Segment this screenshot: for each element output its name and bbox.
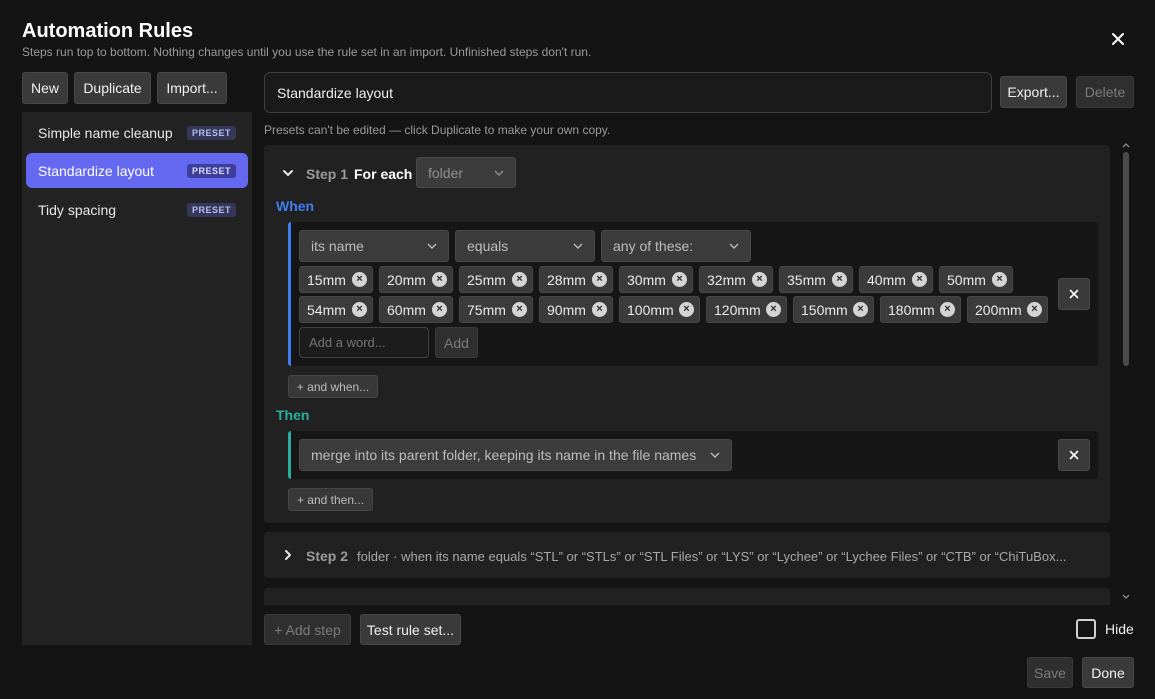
new-button[interactable]: New xyxy=(22,72,68,104)
hide-checkbox[interactable] xyxy=(1076,619,1096,639)
remove-chip-icon[interactable]: × xyxy=(912,272,927,287)
remove-chip-icon[interactable]: × xyxy=(432,272,447,287)
remove-chip-icon[interactable]: × xyxy=(672,272,687,287)
close-button[interactable] xyxy=(1106,27,1130,51)
remove-chip-icon[interactable]: × xyxy=(853,302,868,317)
preset-badge: PRESET xyxy=(186,164,236,178)
remove-chip-icon[interactable]: × xyxy=(512,302,527,317)
preset-badge: PRESET xyxy=(186,203,236,217)
word-chip: 28mm × xyxy=(539,266,613,293)
remove-chip-icon[interactable]: × xyxy=(592,302,607,317)
import-button[interactable]: Import... xyxy=(157,72,227,104)
remove-chip-icon[interactable]: × xyxy=(940,302,955,317)
word-chip: 150mm × xyxy=(793,296,874,323)
scrollbar-thumb[interactable] xyxy=(1123,152,1129,366)
then-label: Then xyxy=(276,407,310,423)
step-number: Step 1 xyxy=(306,166,349,182)
rule-name-input[interactable]: Standardize layout xyxy=(264,72,992,113)
sidebar-item-label: Tidy spacing xyxy=(38,201,117,218)
word-chip: 25mm × xyxy=(459,266,533,293)
remove-chip-icon[interactable]: × xyxy=(352,272,367,287)
sidebar-item-tidy-spacing[interactable]: Tidy spacing PRESET xyxy=(26,192,248,227)
select-value: any of these: xyxy=(613,238,694,254)
close-icon xyxy=(1069,289,1079,299)
and-when-button[interactable]: + and when... xyxy=(288,375,378,398)
scroll-down-icon[interactable] xyxy=(1121,593,1131,601)
remove-condition-button[interactable] xyxy=(1058,278,1090,310)
select-value: folder xyxy=(428,164,464,181)
remove-chip-icon[interactable]: × xyxy=(432,302,447,317)
remove-chip-icon[interactable]: × xyxy=(992,272,1007,287)
word-chip: 75mm × xyxy=(459,296,533,323)
chevron-right-icon[interactable] xyxy=(282,549,294,561)
done-button[interactable]: Done xyxy=(1082,657,1134,688)
word-chip: 20mm × xyxy=(379,266,453,293)
dialog-subtitle: Steps run top to bottom. Nothing changes… xyxy=(22,45,592,59)
chevron-down-icon xyxy=(710,452,720,458)
add-step-button[interactable]: + Add step xyxy=(264,614,351,645)
sidebar-item-simple-name-cleanup[interactable]: Simple name cleanup PRESET xyxy=(26,115,248,150)
target-type-select[interactable]: folder xyxy=(416,157,516,188)
dialog-title: Automation Rules xyxy=(22,20,194,42)
remove-chip-icon[interactable]: × xyxy=(766,302,781,317)
add-word-button[interactable]: Add xyxy=(435,327,478,358)
remove-chip-icon[interactable]: × xyxy=(1027,302,1042,317)
word-chip: 35mm × xyxy=(779,266,853,293)
remove-chip-icon[interactable]: × xyxy=(592,272,607,287)
select-value: its name xyxy=(311,238,364,254)
word-chip: 30mm × xyxy=(619,266,693,293)
select-value: merge into its parent folder, keeping it… xyxy=(311,447,697,463)
close-icon xyxy=(1069,450,1079,460)
chevron-down-icon xyxy=(573,243,583,249)
hide-label: Hide xyxy=(1105,621,1134,637)
chevron-down-icon xyxy=(427,243,437,249)
condition-mode-select[interactable]: any of these: xyxy=(601,230,751,262)
word-chip: 32mm × xyxy=(699,266,773,293)
word-chip: 50mm × xyxy=(939,266,1013,293)
delete-button[interactable]: Delete xyxy=(1076,76,1134,108)
step-number: Step 2 xyxy=(306,548,349,564)
word-chip: 200mm × xyxy=(967,296,1048,323)
sidebar-item-standardize-layout[interactable]: Standardize layout PRESET xyxy=(26,153,248,188)
select-value: equals xyxy=(467,238,509,254)
chevron-down-icon xyxy=(494,170,504,176)
save-button[interactable]: Save xyxy=(1027,657,1073,688)
word-chip: 90mm × xyxy=(539,296,613,323)
word-chip: 54mm × xyxy=(299,296,373,323)
word-chip: 60mm × xyxy=(379,296,453,323)
preset-hint: Presets can't be edited — click Duplicat… xyxy=(264,123,611,137)
word-chip: 40mm × xyxy=(859,266,933,293)
sidebar-item-label: Simple name cleanup xyxy=(38,124,173,141)
remove-chip-icon[interactable]: × xyxy=(352,302,367,317)
condition-field-select[interactable]: its name xyxy=(299,230,449,262)
condition-operator-select[interactable]: equals xyxy=(455,230,595,262)
add-word-input[interactable] xyxy=(299,327,429,358)
and-then-button[interactable]: + and then... xyxy=(288,488,373,511)
test-rule-set-button[interactable]: Test rule set... xyxy=(360,614,461,645)
rule-set-list: Simple name cleanup PRESET Standardize l… xyxy=(22,112,252,645)
chevron-down-icon[interactable] xyxy=(282,167,294,179)
chevron-down-icon xyxy=(729,243,739,249)
word-chip: 120mm × xyxy=(706,296,787,323)
duplicate-button[interactable]: Duplicate xyxy=(74,72,151,104)
word-chip: 180mm × xyxy=(880,296,961,323)
for-each-label: For each xyxy=(354,166,413,182)
preset-badge: PRESET xyxy=(186,126,236,140)
remove-action-button[interactable] xyxy=(1058,439,1090,471)
remove-chip-icon[interactable]: × xyxy=(512,272,527,287)
step-summary: folder · when its name equals “STL” or “… xyxy=(357,549,1067,564)
export-button[interactable]: Export... xyxy=(1000,76,1067,108)
sidebar-item-label: Standardize layout xyxy=(38,162,154,179)
action-select[interactable]: merge into its parent folder, keeping it… xyxy=(299,439,732,471)
remove-chip-icon[interactable]: × xyxy=(679,302,694,317)
scroll-up-icon[interactable] xyxy=(1121,141,1131,149)
step-3-card xyxy=(264,588,1110,605)
word-chip: 15mm × xyxy=(299,266,373,293)
remove-chip-icon[interactable]: × xyxy=(832,272,847,287)
close-icon xyxy=(1112,33,1124,45)
when-label: When xyxy=(276,198,315,214)
word-chip: 100mm × xyxy=(619,296,700,323)
remove-chip-icon[interactable]: × xyxy=(752,272,767,287)
